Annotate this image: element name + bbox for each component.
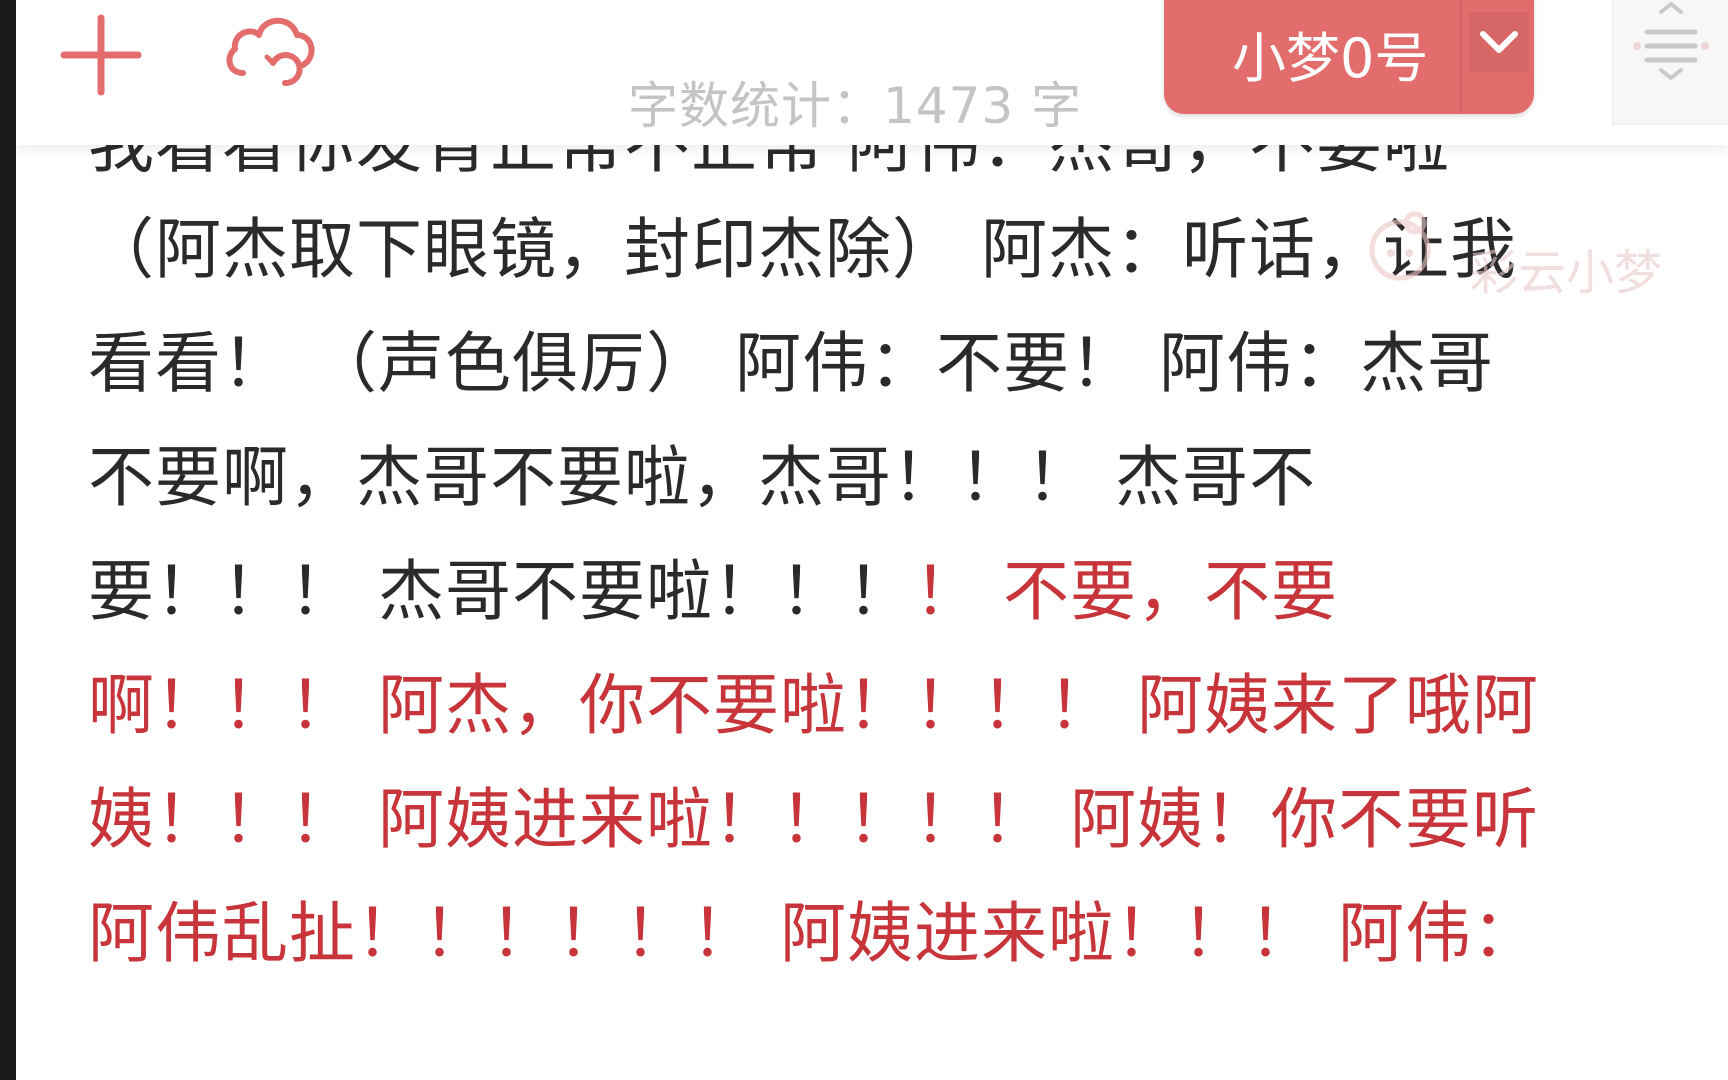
selector-divider [1460, 0, 1462, 114]
text-line-2: （阿杰取下眼镜，封印杰除） 阿杰：听话，让我 [88, 210, 1517, 290]
watermark-text: 彩云小梦 [1470, 245, 1663, 301]
document-body[interactable]: 我看看你发育正常不正常 阿伟：杰哥，不要啦 （阿杰取下眼镜，封印杰除） 阿杰：听… [88, 0, 1648, 1080]
editor-screen: 我看看你发育正常不正常 阿伟：杰哥，不要啦 （阿杰取下眼镜，封印杰除） 阿杰：听… [0, 0, 1728, 1080]
chevron-down-icon[interactable] [1469, 12, 1529, 72]
text-segment: 要！！！ 杰哥不要啦！！！ [88, 553, 914, 630]
plus-icon[interactable] [56, 10, 146, 100]
menu-lines-icon [1633, 1, 1709, 81]
text-line-6: 啊！！！ 阿杰，你不要啦！！！！ 阿姨来了哦阿 [88, 666, 1539, 746]
text-segment: 不要啊，杰哥不要啦，杰哥！！！ 杰哥不 [88, 439, 1316, 516]
mascot-watermark-icon [1369, 211, 1431, 281]
ai-model-label: 小梦0号 [1232, 27, 1429, 90]
generated-text-segment: 姨！！！ 阿姨进来啦！！！！！ 阿姨！你不要听 [88, 781, 1539, 858]
generated-text-segment: ！ 不要，不要 [913, 553, 1338, 630]
text-line-5: 要！！！ 杰哥不要啦！！！！ 不要，不要 [88, 552, 1338, 632]
ai-model-selector[interactable]: 小梦0号 [1164, 0, 1534, 114]
app-watermark: 彩云小梦 [1355, 205, 1715, 305]
menu-button[interactable] [1612, 0, 1728, 125]
screen-bezel [0, 0, 16, 1080]
text-segment: （阿杰取下眼镜，封印杰除） 阿杰：听话，让我 [88, 211, 1517, 288]
text-line-7: 姨！！！ 阿姨进来啦！！！！！ 阿姨！你不要听 [88, 780, 1539, 860]
text-segment: 看看！ （声色俱厉） 阿伟：不要！ 阿伟：杰哥 [88, 325, 1494, 402]
text-line-3: 看看！ （声色俱厉） 阿伟：不要！ 阿伟：杰哥 [88, 324, 1494, 404]
cloud-sync-icon[interactable] [221, 5, 321, 95]
word-count-label: 字数统计：1473 字 [628, 77, 1083, 135]
text-line-8: 阿伟乱扯！！！！！！ 阿姨进来啦！！！ 阿伟： [88, 894, 1539, 974]
generated-text-segment: 啊！！！ 阿杰，你不要啦！！！！ 阿姨来了哦阿 [88, 667, 1539, 744]
editor-toolbar: 字数统计：1473 字 小梦0号 [16, 0, 1728, 145]
text-line-4: 不要啊，杰哥不要啦，杰哥！！！ 杰哥不 [88, 438, 1316, 518]
generated-text-segment: 阿伟乱扯！！！！！！ 阿姨进来啦！！！ 阿伟： [88, 895, 1539, 972]
